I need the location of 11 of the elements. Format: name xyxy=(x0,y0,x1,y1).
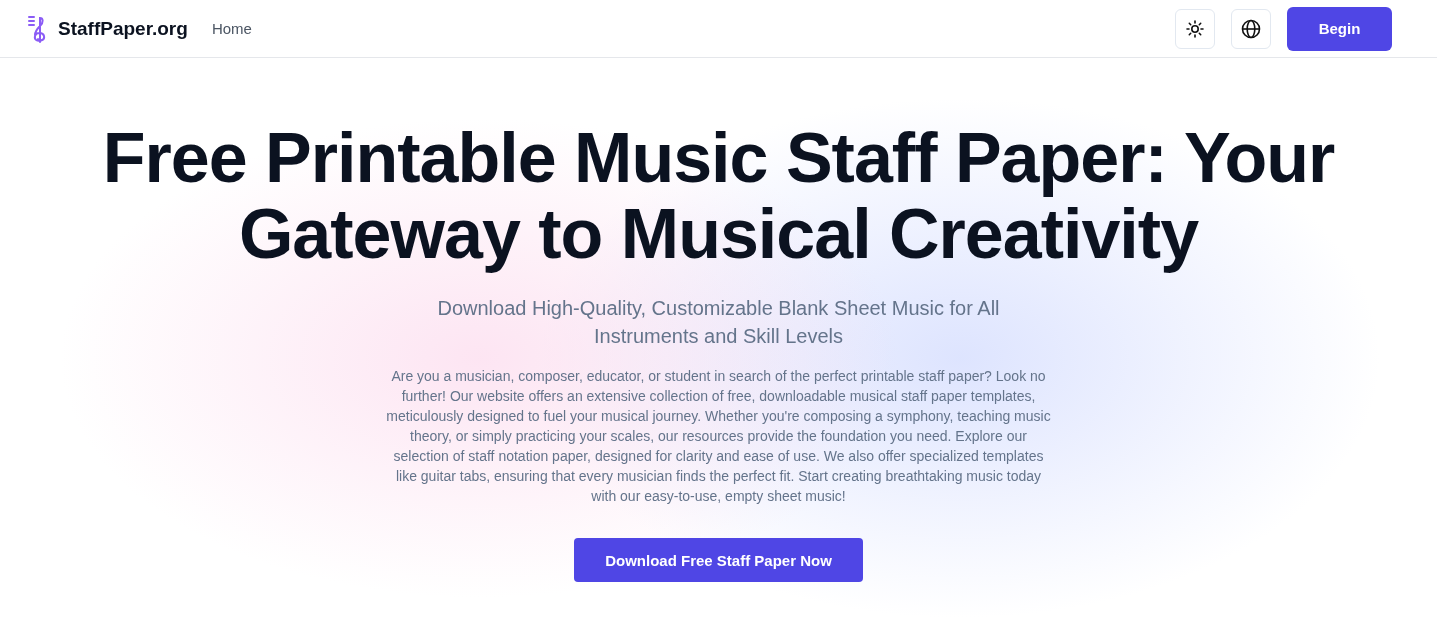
nav-link[interactable]: Home xyxy=(211,20,252,37)
download-button[interactable]: Download Free Staff Paper Now xyxy=(574,538,863,582)
hero-description: Are you a musician, composer, educator, or student in search of the perfect printable staff paper? Look no further! Our website offers an extensive collection of free, downloadable musical staff paper templates, meticulously designed to fuel your musical journey. Whether you're composing a symphony, teaching music theory, or simply practicing your scales, our resources provide the foundation you need. Explore our selection of staff notation paper, designed for clarity and ease of use. We also offer specialized templates like guitar tabs, ensuring that every musician finds the perfect fit. Start creating breathtaking music today with our easy-to-use, empty sheet music! xyxy=(385,367,1052,506)
theme-toggle-button[interactable] xyxy=(1175,8,1215,49)
language-button[interactable] xyxy=(1231,8,1271,49)
sun-icon xyxy=(1186,19,1204,38)
globe-icon xyxy=(1241,18,1261,39)
hero-subtitle: Download High-Quality, Customizable Blank Sheet Music for All Instruments and Skill Levels xyxy=(436,296,1001,349)
hero-title: Free Printable Music Staff Paper: Your Gateway to Musical Creativity xyxy=(101,120,1336,272)
begin-button[interactable]: Begin xyxy=(1287,6,1392,51)
brand-name[interactable]: StaffPaper.org xyxy=(58,17,188,40)
